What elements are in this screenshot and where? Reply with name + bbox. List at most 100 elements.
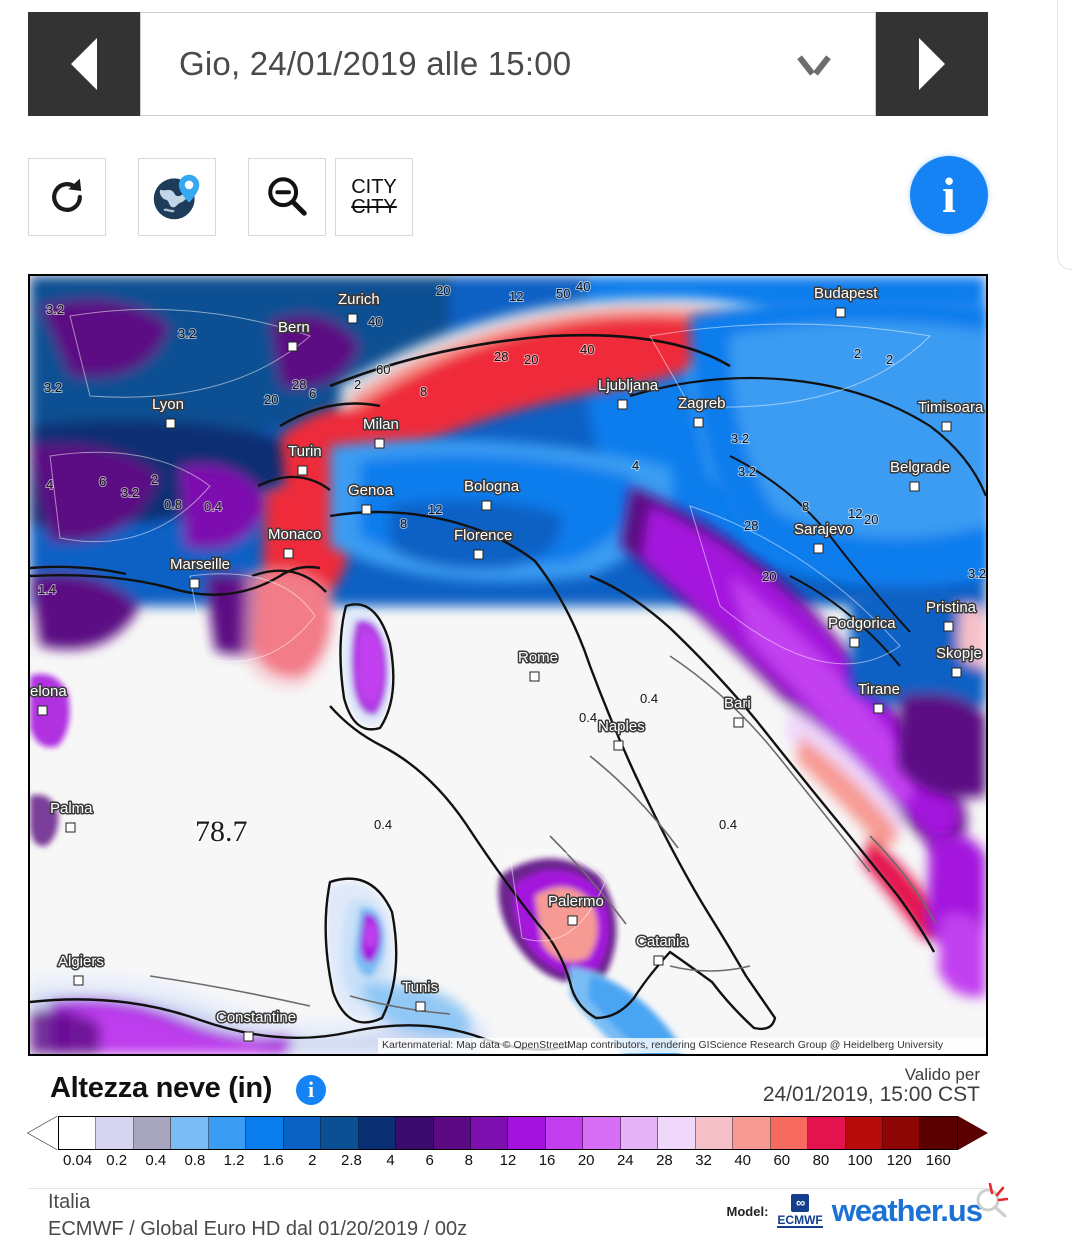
svg-text:3.2: 3.2 [968, 566, 986, 581]
globe-pin-icon [153, 174, 200, 220]
svg-text:0.4: 0.4 [374, 817, 392, 832]
svg-text:Palma: Palma [50, 800, 93, 817]
globe-location-button[interactable] [138, 158, 216, 236]
colorbar-cap-low [28, 1116, 58, 1150]
footer-source: Italia ECMWF / Global Euro HD dal 01/20/… [48, 1189, 467, 1243]
city-toggle-icon: CITY CITY [351, 175, 397, 218]
date-navigation-bar: Gio, 24/01/2019 alle 15:00 [28, 12, 988, 116]
weather-us-logo[interactable]: weather.us [831, 1183, 1008, 1229]
svg-text:Lyon: Lyon [152, 396, 184, 413]
svg-text:Ljubljana: Ljubljana [598, 377, 659, 394]
svg-text:Skopje: Skopje [936, 645, 982, 662]
footer-model-line: ECMWF / Global Euro HD dal 01/20/2019 / … [48, 1218, 468, 1240]
refresh-button[interactable] [28, 158, 106, 236]
legend-title: Altezza neve (in) [50, 1072, 273, 1104]
city-labels-toggle[interactable]: CITY CITY [335, 158, 413, 236]
ecmwf-badge-icon: ∞ [790, 1194, 810, 1212]
svg-text:Florence: Florence [454, 527, 512, 544]
svg-text:12: 12 [509, 289, 523, 304]
colorbar-swatches [58, 1116, 958, 1150]
colorbar-swatch [920, 1117, 957, 1149]
svg-text:4: 4 [632, 458, 639, 473]
colorbar-swatch [470, 1117, 509, 1149]
svg-text:Bern: Bern [278, 319, 310, 336]
zoom-out-button[interactable] [248, 158, 326, 236]
svg-text:12: 12 [428, 502, 442, 517]
svg-text:0.4: 0.4 [204, 499, 222, 514]
previous-timestep-button[interactable] [28, 12, 140, 116]
footer-branding: Model: ∞ ECMWF weather.us [726, 1183, 1008, 1229]
svg-text:Naples: Naples [598, 718, 645, 735]
colorbar-tick: 28 [656, 1152, 673, 1169]
svg-text:20: 20 [264, 392, 278, 407]
colorbar-tick: 12 [499, 1152, 517, 1169]
legend-valid-value: 24/01/2019, 15:00 CST [762, 1082, 980, 1106]
ecmwf-logo: ∞ ECMWF [777, 1194, 823, 1228]
map-highlight-value: 78.7 [195, 815, 248, 848]
colorbar-tick: 120 [886, 1152, 912, 1169]
svg-text:20: 20 [524, 352, 538, 367]
colorbar-swatch [358, 1117, 397, 1149]
model-label: Model: [726, 1203, 769, 1219]
colorbar-tick: 2.8 [341, 1152, 362, 1169]
date-select[interactable]: Gio, 24/01/2019 alle 15:00 [140, 12, 876, 116]
chevron-down-icon [799, 55, 829, 73]
colorbar-tick: 60 [773, 1152, 791, 1169]
svg-text:Rome: Rome [518, 649, 558, 666]
next-timestep-button[interactable] [876, 12, 988, 116]
svg-text:2: 2 [354, 377, 361, 392]
svg-text:Podgorica: Podgorica [828, 615, 896, 632]
svg-text:Tunis: Tunis [402, 979, 438, 996]
colorbar-swatch [208, 1117, 247, 1149]
colorbar-swatch [96, 1117, 134, 1149]
svg-text:Sarajevo: Sarajevo [794, 521, 853, 538]
colorbar-swatch [583, 1117, 621, 1149]
svg-text:3.2: 3.2 [121, 485, 139, 500]
colorbar-tick: 160 [925, 1152, 951, 1169]
svg-text:28: 28 [494, 349, 508, 364]
svg-text:40: 40 [368, 314, 382, 329]
svg-text:2: 2 [151, 472, 158, 487]
colorbar-swatch [508, 1117, 546, 1149]
city-toggle-label-off: CITY [351, 196, 397, 218]
footer-region: Italia [48, 1191, 91, 1213]
svg-text:12: 12 [848, 506, 862, 521]
svg-text:1.4: 1.4 [38, 582, 56, 597]
legend-info-icon[interactable]: i [296, 1075, 326, 1105]
legend-header: Altezza neve (in) i Valido per 24/01/201… [28, 1066, 988, 1114]
date-select-value: Gio, 24/01/2019 alle 15:00 [179, 45, 572, 82]
colorbar-swatch [59, 1117, 97, 1149]
footer: Italia ECMWF / Global Euro HD dal 01/20/… [28, 1183, 1008, 1244]
svg-text:Palermo: Palermo [548, 893, 604, 910]
svg-text:3.2: 3.2 [46, 302, 64, 317]
arrow-right-icon [919, 38, 945, 90]
colorbar-swatch [171, 1117, 209, 1149]
svg-text:Milan: Milan [363, 416, 399, 433]
colorbar-tick: 1.2 [223, 1152, 245, 1169]
svg-text:40: 40 [576, 279, 590, 294]
colorbar-tick: 32 [695, 1152, 712, 1169]
svg-text:3.2: 3.2 [731, 431, 749, 446]
colorbar-swatch [695, 1117, 734, 1149]
weather-map[interactable]: Zurich Bern Lyon Milan Turin Genoa Bolog… [28, 274, 988, 1056]
svg-text:20: 20 [864, 512, 878, 527]
colorbar-swatch [882, 1117, 921, 1149]
svg-text:28: 28 [744, 518, 758, 533]
svg-text:0.4: 0.4 [579, 710, 597, 725]
svg-text:0.8: 0.8 [164, 497, 182, 512]
svg-text:elona: elona [30, 683, 67, 700]
map-canvas: Zurich Bern Lyon Milan Turin Genoa Bolog… [30, 276, 986, 1054]
city-toggle-label-on: CITY [351, 175, 397, 198]
colorbar-swatch [545, 1117, 584, 1149]
colorbar-tick: 1.6 [262, 1152, 284, 1169]
colorbar-tick: 0.4 [145, 1152, 167, 1169]
refresh-icon [52, 178, 82, 212]
svg-text:0.4: 0.4 [640, 691, 658, 706]
svg-text:Algiers: Algiers [58, 953, 104, 970]
weather-us-wordmark: weather.us [831, 1193, 983, 1228]
svg-text:Monaco: Monaco [268, 526, 321, 543]
svg-text:3.2: 3.2 [44, 380, 62, 395]
colorbar-tick: 0.8 [184, 1152, 206, 1169]
info-button[interactable]: i [910, 156, 988, 234]
map-toolbar: CITY CITY i [28, 156, 988, 236]
